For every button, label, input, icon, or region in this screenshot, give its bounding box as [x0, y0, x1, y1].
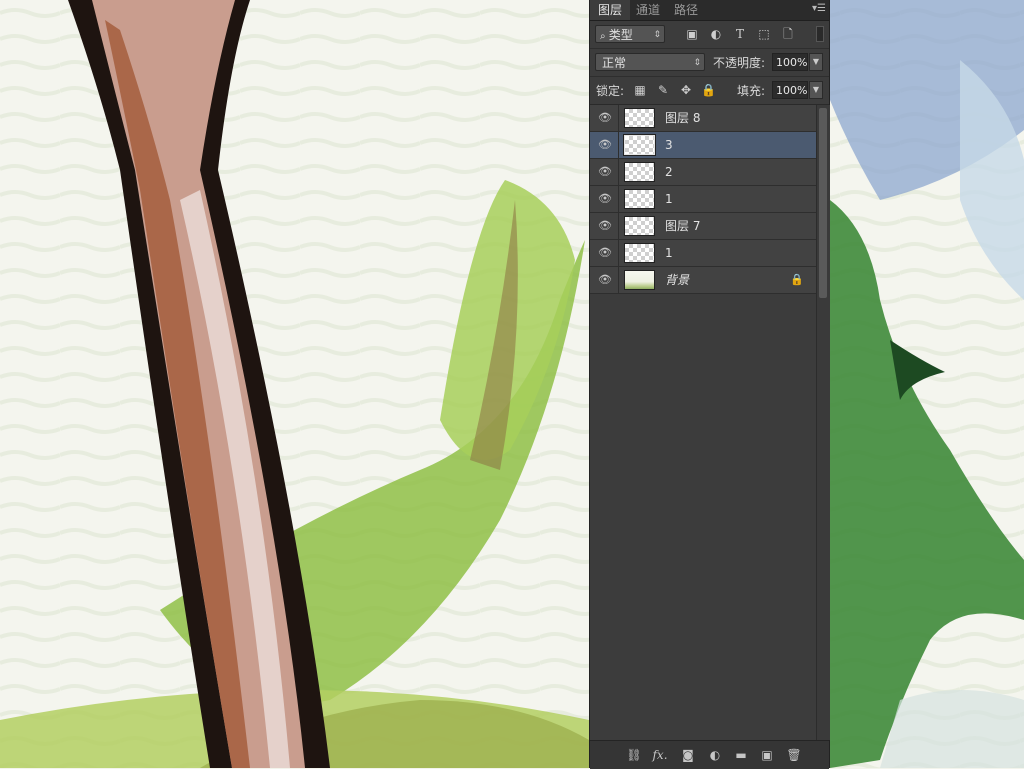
layer-thumbnail [623, 134, 656, 156]
fill-input[interactable]: 100% [772, 81, 808, 99]
opacity-input[interactable]: 100% [772, 53, 808, 71]
divider [618, 159, 619, 186]
artwork [0, 0, 1024, 768]
visibility-eye-icon[interactable]: 👁 [598, 274, 612, 286]
lock-transparent-icon[interactable]: ▦ [633, 83, 647, 97]
panel-tabbar: 图层 通道 路径 ▾☰ [590, 0, 829, 21]
layer-name[interactable]: 1 [665, 186, 673, 213]
delete-layer-icon[interactable]: 🗑 [786, 747, 802, 763]
visibility-eye-icon[interactable]: 👁 [598, 139, 612, 151]
layer-thumbnail [624, 270, 655, 290]
layer-row[interactable]: 👁 1 [590, 186, 816, 213]
tab-channels[interactable]: 通道 [628, 0, 668, 20]
lock-position-icon[interactable]: ✥ [679, 83, 693, 97]
blend-mode-select[interactable]: 正常 ⇕ [595, 53, 705, 71]
adjustment-filter-icon[interactable]: ◐ [708, 26, 724, 42]
layer-row[interactable]: 👁 2 [590, 159, 816, 186]
layer-row[interactable]: 👁 图层 8 [590, 105, 816, 132]
layer-row[interactable]: 👁 1 [590, 240, 816, 267]
layer-name[interactable]: 3 [665, 132, 673, 159]
layer-name[interactable]: 2 [665, 159, 673, 186]
new-layer-icon[interactable]: ▣ [759, 747, 775, 763]
panel-menu-icon[interactable]: ▾☰ [812, 3, 826, 15]
layer-list-empty-area[interactable] [590, 302, 829, 740]
filter-row: ⌕ 类型 ⇕ ▣ ◐ T ⬚ 🗋 [590, 21, 829, 49]
divider [618, 213, 619, 240]
layer-name[interactable]: 图层 7 [665, 213, 700, 240]
layer-thumbnail [624, 162, 655, 182]
divider [618, 186, 619, 213]
filter-toggle[interactable] [816, 26, 824, 42]
updown-icon: ⇕ [693, 58, 701, 68]
filter-kind-select[interactable]: ⌕ 类型 ⇕ [595, 25, 665, 43]
layers-panel: 图层 通道 路径 ▾☰ ⌕ 类型 ⇕ ▣ ◐ T ⬚ 🗋 正常 ⇕ 不透明度: … [589, 0, 830, 769]
lock-icon: 🔒 [790, 273, 804, 286]
fill-label: 填充: [737, 84, 766, 98]
layer-row-selected[interactable]: 👁 3 [590, 132, 816, 159]
layer-thumbnail [624, 243, 655, 263]
lock-paint-icon[interactable]: ✎ [656, 83, 670, 97]
lock-all-icon[interactable]: 🔒 [701, 83, 716, 97]
panel-footer: ⛓ fx. ◙ ◐ ▬ ▣ 🗑 [590, 740, 829, 769]
layer-row[interactable]: 👁 图层 7 [590, 213, 816, 240]
layer-row-background[interactable]: 👁 背景 🔒 [590, 267, 816, 294]
visibility-eye-icon[interactable]: 👁 [598, 112, 612, 124]
add-mask-icon[interactable]: ◙ [680, 747, 696, 763]
tab-layers[interactable]: 图层 [590, 0, 631, 20]
scrollbar-thumb[interactable] [819, 108, 827, 298]
new-adjustment-icon[interactable]: ◐ [707, 747, 723, 763]
new-group-icon[interactable]: ▬ [733, 747, 749, 763]
fill-dropdown-button[interactable]: ▼ [809, 81, 823, 99]
tab-paths[interactable]: 路径 [666, 0, 706, 20]
lock-label: 锁定: [596, 84, 625, 98]
opacity-dropdown-button[interactable]: ▼ [809, 53, 823, 71]
layer-thumbnail [624, 189, 655, 209]
blend-row: 正常 ⇕ 不透明度: 100% ▼ [590, 49, 829, 77]
divider [618, 132, 619, 159]
image-filter-icon[interactable]: ▣ [684, 26, 700, 42]
lock-row: 锁定: ▦ ✎ ✥ 🔒 填充: 100% ▼ [590, 77, 829, 105]
shape-filter-icon[interactable]: ⬚ [756, 26, 772, 42]
divider [618, 267, 619, 294]
visibility-eye-icon[interactable]: 👁 [598, 220, 612, 232]
visibility-eye-icon[interactable]: 👁 [598, 247, 612, 259]
link-layers-icon[interactable]: ⛓ [626, 747, 642, 763]
visibility-eye-icon[interactable]: 👁 [598, 166, 612, 178]
smart-object-filter-icon[interactable]: 🗋 [780, 26, 796, 42]
opacity-label: 不透明度: [713, 56, 766, 70]
layer-list: 👁 图层 8 👁 3 👁 2 👁 1 👁 图层 7 👁 1 👁 背景 🔒 [590, 105, 816, 294]
type-filter-icon[interactable]: T [732, 26, 748, 42]
fx-icon[interactable]: fx. [652, 747, 668, 763]
visibility-eye-icon[interactable]: 👁 [598, 193, 612, 205]
search-icon: ⌕ [600, 31, 609, 42]
divider [618, 105, 619, 132]
layer-name[interactable]: 1 [665, 240, 673, 267]
layer-thumbnail [624, 216, 655, 236]
layer-thumbnail [624, 108, 655, 128]
layer-name[interactable]: 图层 8 [665, 105, 700, 132]
blend-mode-label: 正常 [602, 56, 627, 70]
document-canvas[interactable] [0, 0, 1024, 768]
filter-kind-label: 类型 [608, 28, 633, 42]
divider [618, 240, 619, 267]
updown-icon: ⇕ [653, 30, 661, 40]
layer-name[interactable]: 背景 [665, 267, 689, 294]
